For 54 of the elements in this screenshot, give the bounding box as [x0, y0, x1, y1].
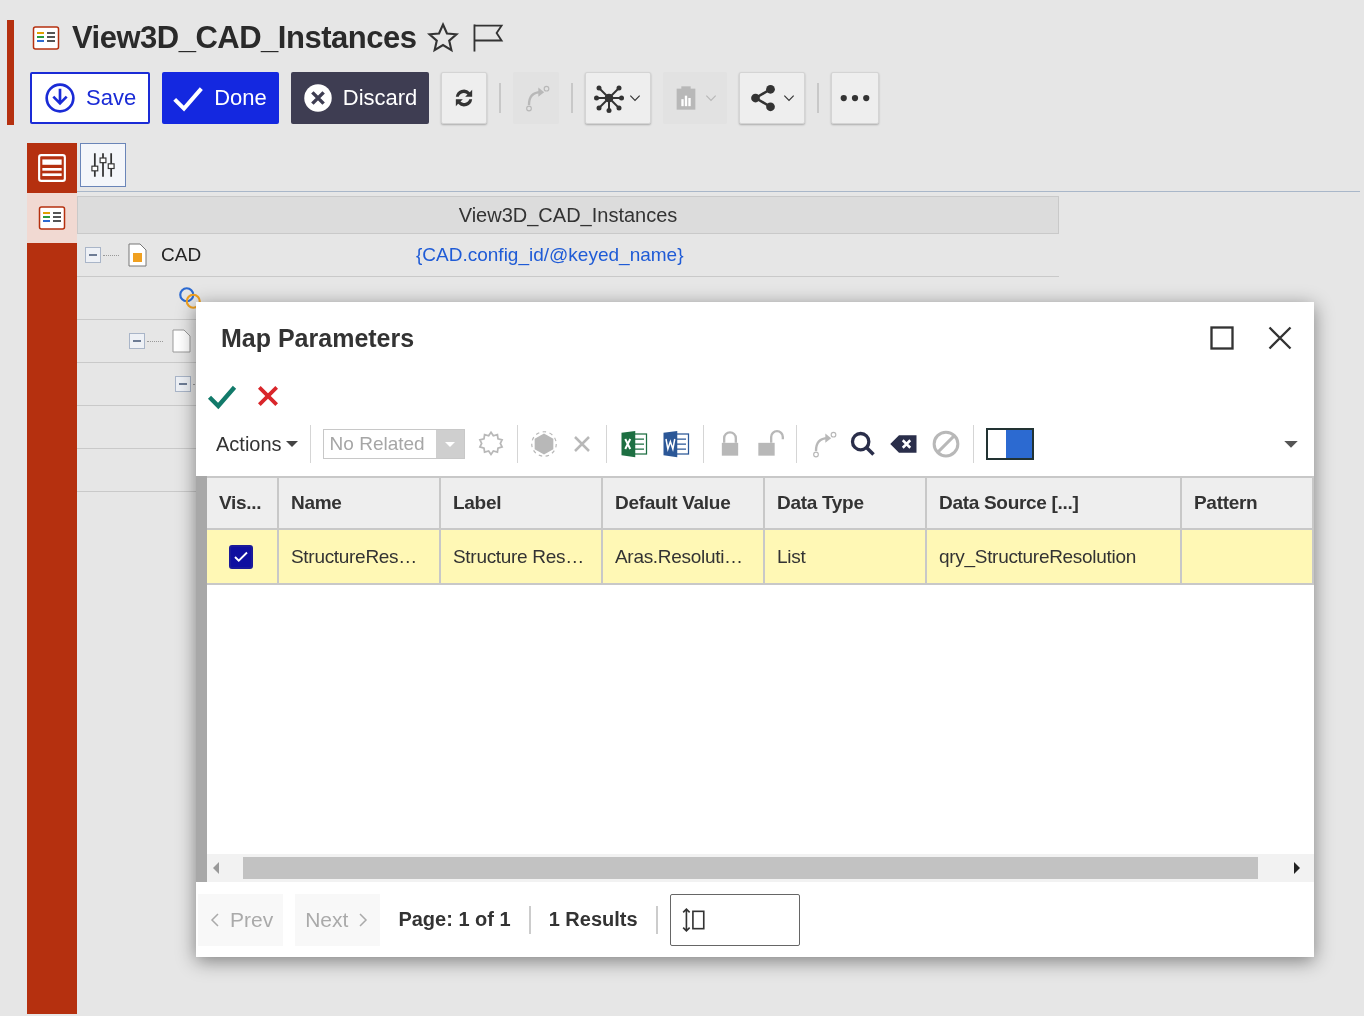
form-icon	[30, 24, 62, 52]
form-icon	[37, 153, 67, 183]
save-button[interactable]: Save	[30, 72, 151, 124]
grid-row[interactable]: StructureRes… Structure Res… Aras.Resoluti… List qry_StructureResolution	[207, 530, 1314, 585]
color-picker[interactable]	[985, 428, 1034, 460]
dialog-title: Map Parameters	[221, 323, 416, 353]
column-header[interactable]: Data Type	[765, 478, 927, 528]
document-icon	[169, 328, 193, 354]
actions-menu[interactable]: Actions	[216, 432, 298, 456]
close-icon	[1266, 324, 1294, 352]
column-header[interactable]: Default Value	[603, 478, 765, 528]
network-icon	[594, 83, 625, 113]
scroll-right-icon	[1292, 860, 1302, 876]
column-header[interactable]: Vis...	[207, 478, 279, 528]
tree-item-label[interactable]: CAD	[161, 244, 416, 266]
chevron-left-icon	[208, 911, 222, 928]
parameters-tab[interactable]	[80, 143, 126, 187]
document-icon	[125, 242, 149, 268]
close-circle-icon	[302, 83, 333, 113]
more-icon	[840, 94, 871, 102]
column-header[interactable]: Label	[441, 478, 603, 528]
page-indicator: Page: 1 of 1	[397, 908, 512, 931]
sliders-icon	[89, 151, 117, 179]
table-cell: qry_StructureResolution	[939, 545, 1136, 568]
table-cell: Structure Res…	[453, 545, 584, 568]
collapse-toggle[interactable]	[85, 247, 101, 263]
network-tool-button[interactable]	[585, 72, 652, 124]
save-icon	[44, 82, 76, 114]
results-count: 1 Results	[547, 908, 639, 931]
column-header[interactable]: Name	[279, 478, 441, 528]
refresh-tool-button[interactable]	[441, 72, 488, 124]
keyed-name-link[interactable]: {CAD.config_id/@keyed_name}	[416, 244, 684, 266]
table-cell: Aras.Resoluti…	[615, 545, 743, 568]
table-cell: StructureRes…	[291, 545, 417, 568]
visible-checkbox[interactable]	[229, 544, 253, 569]
item-title: View3D_CAD_Instances	[72, 20, 417, 56]
side-tab[interactable]	[27, 193, 77, 243]
row-height-icon	[680, 906, 707, 933]
collapse-toggle[interactable]	[175, 376, 191, 392]
tree-view-icon	[36, 204, 68, 232]
relationship-icon	[177, 285, 203, 311]
scrollbar-thumb[interactable]	[243, 857, 1258, 879]
discard-button[interactable]: Discard	[290, 72, 430, 124]
column-header[interactable]: Pattern	[1182, 478, 1314, 528]
more-tool-button[interactable]	[831, 72, 880, 124]
column-header[interactable]: Data Source [...]	[927, 478, 1182, 528]
done-button[interactable]: Done	[162, 72, 279, 124]
collapse-toggle[interactable]	[129, 333, 145, 349]
close-icon	[255, 383, 281, 409]
tree-header: View3D_CAD_Instances	[77, 196, 1059, 234]
share-tool-button[interactable]	[739, 72, 806, 124]
page-size-field[interactable]	[669, 893, 800, 946]
table-cell: List	[777, 545, 806, 568]
maximize-icon	[1208, 324, 1236, 352]
